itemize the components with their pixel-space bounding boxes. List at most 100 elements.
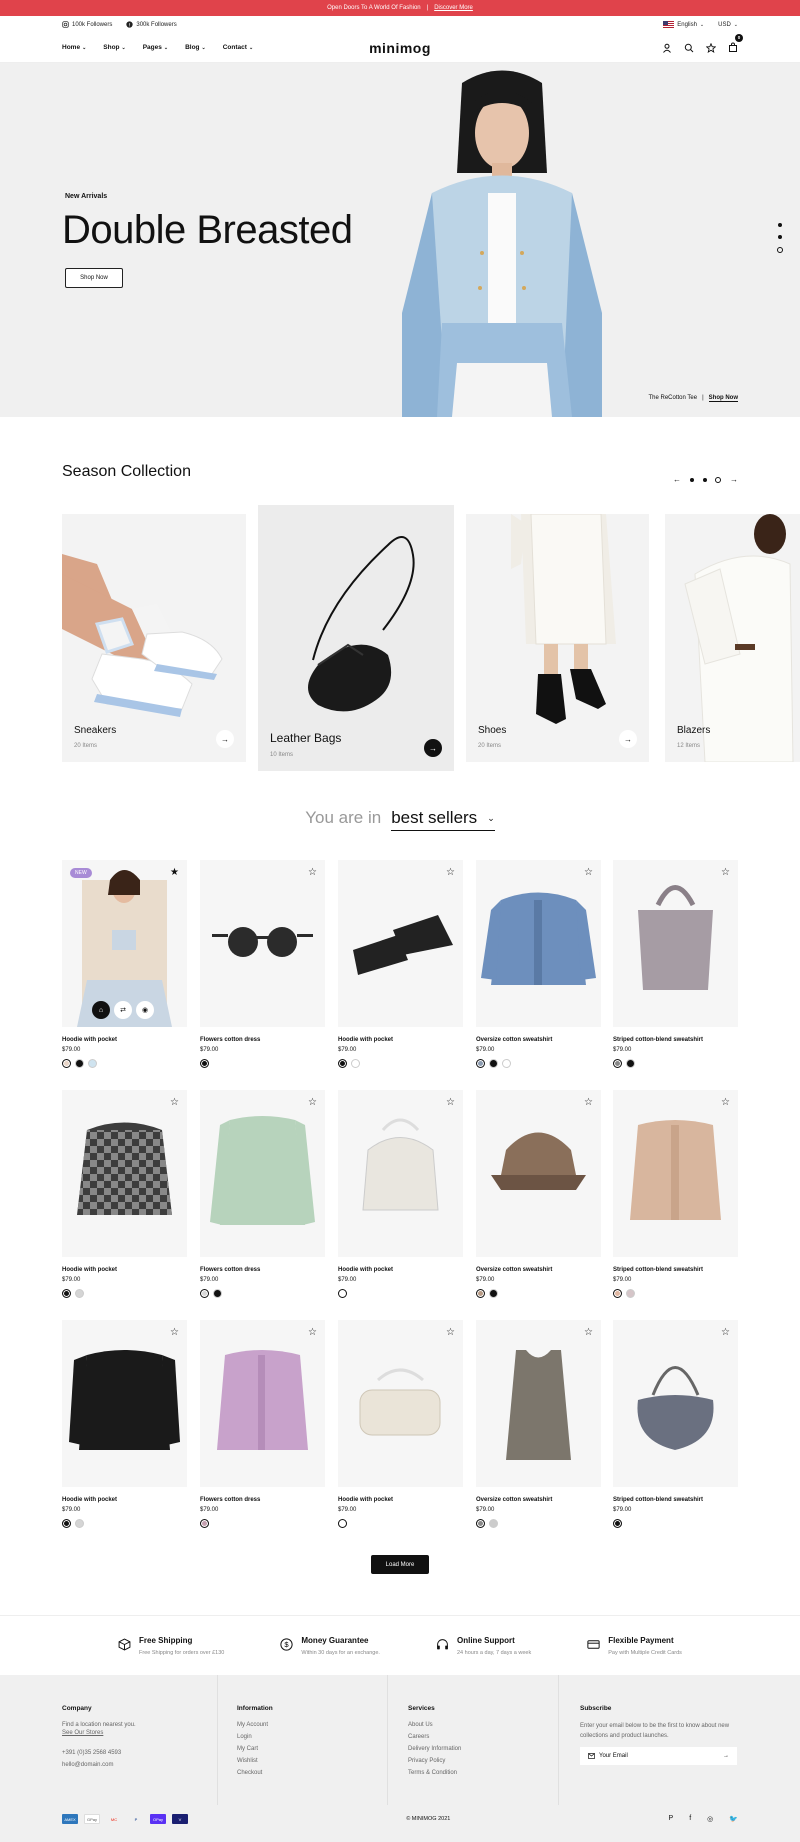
color-swatch[interactable] xyxy=(613,1289,622,1298)
product-card[interactable]: ☆ Hoodie with pocket $79.00 xyxy=(338,860,463,1068)
footer-email[interactable]: hello@domain.com xyxy=(62,1762,136,1768)
carousel-dot-active[interactable] xyxy=(715,476,721,483)
color-swatch[interactable] xyxy=(476,1059,485,1068)
product-title[interactable]: Flowers cotton dress xyxy=(200,1497,325,1503)
cart-button[interactable]: 0 xyxy=(728,33,743,57)
credit-shop-now-link[interactable]: Shop Now xyxy=(708,395,738,402)
product-card[interactable]: ☆ Oversize cotton sweatshirt $79.00 xyxy=(476,1320,601,1528)
instagram-icon[interactable]: ◎ xyxy=(707,1815,713,1823)
product-card[interactable]: ☆ Hoodie with pocket $79.00 xyxy=(62,1320,187,1528)
slide-dot-active[interactable] xyxy=(777,247,783,253)
product-card[interactable]: ☆ Oversize cotton sweatshirt $79.00 xyxy=(476,1090,601,1298)
pinterest-icon[interactable]: P xyxy=(669,1815,674,1823)
see-stores-link[interactable]: See Our Stores xyxy=(62,1730,136,1736)
footer-link-wishlist[interactable]: Wishlist xyxy=(237,1758,273,1764)
facebook-followers[interactable]: f 300k Followers xyxy=(126,21,177,28)
product-image[interactable]: ☆ xyxy=(476,1090,601,1257)
color-swatch[interactable] xyxy=(213,1289,222,1298)
carousel-dot[interactable] xyxy=(690,477,694,482)
color-swatch[interactable] xyxy=(351,1059,360,1068)
product-title[interactable]: Oversize cotton sweatshirt xyxy=(476,1267,601,1273)
wishlist-star-icon[interactable]: ☆ xyxy=(721,1327,730,1338)
category-card-leather-bags[interactable]: Leather Bags 10 Items → xyxy=(258,505,454,771)
color-swatch[interactable] xyxy=(338,1289,347,1298)
category-card-shoes[interactable]: Shoes 20 Items → xyxy=(466,514,649,762)
product-title[interactable]: Flowers cotton dress xyxy=(200,1037,325,1043)
product-card[interactable]: ☆ Flowers cotton dress $79.00 xyxy=(200,860,325,1068)
color-swatch[interactable] xyxy=(489,1519,498,1528)
discover-more-link[interactable]: Discover More xyxy=(434,5,473,11)
footer-link-terms[interactable]: Terms & Condition xyxy=(408,1770,461,1776)
color-swatch[interactable] xyxy=(476,1519,485,1528)
color-swatch[interactable] xyxy=(200,1519,209,1528)
compare-icon[interactable]: ⇄ xyxy=(114,1001,132,1019)
color-swatch[interactable] xyxy=(338,1059,347,1068)
color-swatch[interactable] xyxy=(613,1519,622,1528)
wishlist-star-icon[interactable]: ☆ xyxy=(584,867,593,878)
color-swatch[interactable] xyxy=(626,1059,635,1068)
wishlist-star-icon[interactable]: ☆ xyxy=(170,1097,179,1108)
slide-dot[interactable] xyxy=(778,235,782,239)
product-image[interactable]: ☆ xyxy=(62,1320,187,1487)
product-card[interactable]: ☆ Striped cotton-blend sweatshirt $79.00 xyxy=(613,860,738,1068)
search-icon[interactable] xyxy=(684,43,694,53)
product-card[interactable]: ☆ Flowers cotton dress $79.00 xyxy=(200,1320,325,1528)
arrow-right-icon[interactable]: → xyxy=(216,730,234,748)
nav-item-pages[interactable]: Pages ⌄ xyxy=(143,44,168,51)
product-card[interactable]: ☆ Hoodie with pocket $79.00 xyxy=(338,1090,463,1298)
nav-item-contact[interactable]: Contact ⌄ xyxy=(223,44,253,51)
slide-dot[interactable] xyxy=(778,223,782,227)
product-title[interactable]: Oversize cotton sweatshirt xyxy=(476,1497,601,1503)
footer-link-checkout[interactable]: Checkout xyxy=(237,1770,273,1776)
product-card[interactable]: ☆ Hoodie with pocket $79.00 xyxy=(62,1090,187,1298)
product-image[interactable]: ☆ xyxy=(613,1320,738,1487)
facebook-icon[interactable]: f xyxy=(689,1815,691,1823)
site-logo[interactable]: minimog xyxy=(369,40,431,56)
footer-link-privacy[interactable]: Privacy Policy xyxy=(408,1758,461,1764)
twitter-icon[interactable]: 🐦 xyxy=(729,1815,738,1823)
color-swatch[interactable] xyxy=(75,1059,84,1068)
product-image[interactable]: ☆ xyxy=(200,1320,325,1487)
color-swatch[interactable] xyxy=(626,1289,635,1298)
product-card[interactable]: ☆ Striped cotton-blend sweatshirt $79.00 xyxy=(613,1090,738,1298)
product-image[interactable]: ☆ xyxy=(613,860,738,1027)
product-title[interactable]: Hoodie with pocket xyxy=(62,1267,187,1273)
category-card-sneakers[interactable]: Sneakers 20 Items → xyxy=(62,514,246,762)
wishlist-star-icon[interactable] xyxy=(706,42,716,53)
product-title[interactable]: Hoodie with pocket xyxy=(62,1497,187,1503)
quick-view-eye-icon[interactable]: ◉ xyxy=(136,1001,154,1019)
hero-shop-now-button[interactable]: Shop Now xyxy=(65,268,123,288)
color-swatch[interactable] xyxy=(476,1289,485,1298)
product-title[interactable]: Striped cotton-blend sweatshirt xyxy=(613,1267,738,1273)
footer-link-careers[interactable]: Careers xyxy=(408,1734,461,1740)
wishlist-star-icon[interactable]: ★ xyxy=(170,867,179,878)
wishlist-star-icon[interactable]: ☆ xyxy=(584,1327,593,1338)
wishlist-star-icon[interactable]: ☆ xyxy=(721,867,730,878)
wishlist-star-icon[interactable]: ☆ xyxy=(446,1327,455,1338)
color-swatch[interactable] xyxy=(75,1289,84,1298)
arrow-right-icon[interactable]: → xyxy=(730,475,738,484)
nav-item-home[interactable]: Home ⌄ xyxy=(62,44,86,51)
product-image[interactable]: ☆ xyxy=(338,1090,463,1257)
color-swatch[interactable] xyxy=(613,1059,622,1068)
product-title[interactable]: Hoodie with pocket xyxy=(62,1037,187,1043)
add-to-cart-icon[interactable]: ⌂ xyxy=(92,1001,110,1019)
arrow-right-icon[interactable]: → xyxy=(723,1753,729,1759)
wishlist-star-icon[interactable]: ☆ xyxy=(308,1327,317,1338)
arrow-right-icon[interactable]: → xyxy=(424,739,442,757)
product-image[interactable]: ☆ xyxy=(62,1090,187,1257)
color-swatch[interactable] xyxy=(75,1519,84,1528)
product-title[interactable]: Flowers cotton dress xyxy=(200,1267,325,1273)
footer-link-login[interactable]: Login xyxy=(237,1734,273,1740)
color-swatch[interactable] xyxy=(338,1519,347,1528)
product-title[interactable]: Striped cotton-blend sweatshirt xyxy=(613,1497,738,1503)
category-card-blazers[interactable]: Blazers 12 Items xyxy=(665,514,800,762)
load-more-button[interactable]: Load More xyxy=(371,1555,429,1574)
product-image[interactable]: ☆ xyxy=(476,1320,601,1487)
product-title[interactable]: Oversize cotton sweatshirt xyxy=(476,1037,601,1043)
currency-selector[interactable]: USD ⌄ xyxy=(718,22,738,28)
product-image[interactable]: ☆ xyxy=(200,1090,325,1257)
wishlist-star-icon[interactable]: ☆ xyxy=(308,867,317,878)
color-swatch[interactable] xyxy=(62,1289,71,1298)
color-swatch[interactable] xyxy=(88,1059,97,1068)
